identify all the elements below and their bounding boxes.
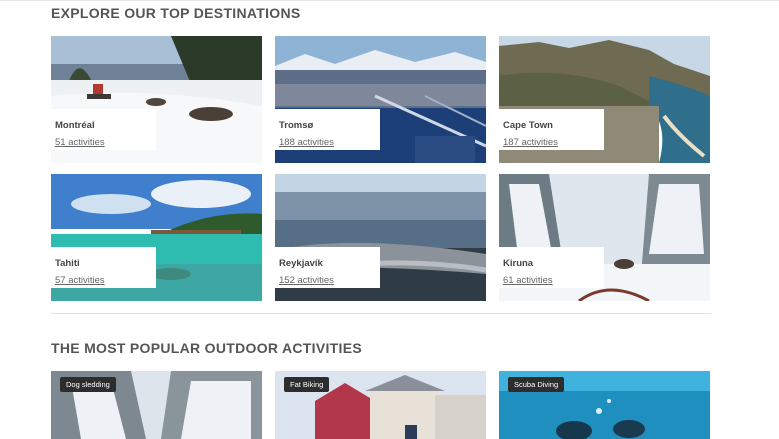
destination-label: Tahiti 57 activities: [51, 247, 156, 288]
destination-activities-link[interactable]: 51 activities: [55, 137, 105, 148]
destination-activities-link[interactable]: 152 activities: [279, 275, 334, 286]
destination-city: Reykjavík: [279, 258, 323, 269]
destination-label: Kiruna 61 activities: [499, 247, 604, 288]
destinations-section-title: EXPLORE OUR TOP DESTINATIONS: [51, 5, 301, 21]
destination-card-cape-town[interactable]: Cape Town 187 activities: [499, 36, 710, 163]
activity-tag: Fat Biking: [284, 377, 330, 392]
destination-card-kiruna[interactable]: Kiruna 61 activities: [499, 174, 710, 301]
destination-city: Montréal: [55, 120, 95, 131]
activity-tag: Scuba Diving: [508, 377, 565, 392]
activity-tag: Dog sledding: [60, 377, 116, 392]
destination-label: Cape Town 187 activities: [499, 109, 604, 150]
destination-city: Cape Town: [503, 120, 553, 131]
destination-activities-link[interactable]: 188 activities: [279, 137, 334, 148]
destination-card-montreal[interactable]: Montréal 51 activities: [51, 36, 262, 163]
activities-section-title: THE MOST POPULAR OUTDOOR ACTIVITIES: [51, 340, 362, 356]
section-divider: [51, 313, 711, 314]
destination-card-reykjavik[interactable]: Reykjavík 152 activities: [275, 174, 486, 301]
destination-activities-link[interactable]: 57 activities: [55, 275, 105, 286]
destination-city: Tahiti: [55, 258, 80, 269]
destination-city: Kiruna: [503, 258, 534, 269]
activity-card-fat-biking[interactable]: Fat Biking: [275, 371, 486, 439]
destination-card-tromso[interactable]: Tromsø 188 activities: [275, 36, 486, 163]
destination-activities-link[interactable]: 187 activities: [503, 137, 558, 148]
destination-label: Tromsø 188 activities: [275, 109, 380, 150]
destination-activities-link[interactable]: 61 activities: [503, 275, 553, 286]
activity-card-dog-sledding[interactable]: Dog sledding: [51, 371, 262, 439]
destination-label: Montréal 51 activities: [51, 109, 156, 150]
destination-city: Tromsø: [279, 120, 314, 131]
destination-card-tahiti[interactable]: Tahiti 57 activities: [51, 174, 262, 301]
destination-label: Reykjavík 152 activities: [275, 247, 380, 288]
top-divider: [0, 0, 779, 1]
activity-card-scuba-diving[interactable]: Scuba Diving: [499, 371, 710, 439]
